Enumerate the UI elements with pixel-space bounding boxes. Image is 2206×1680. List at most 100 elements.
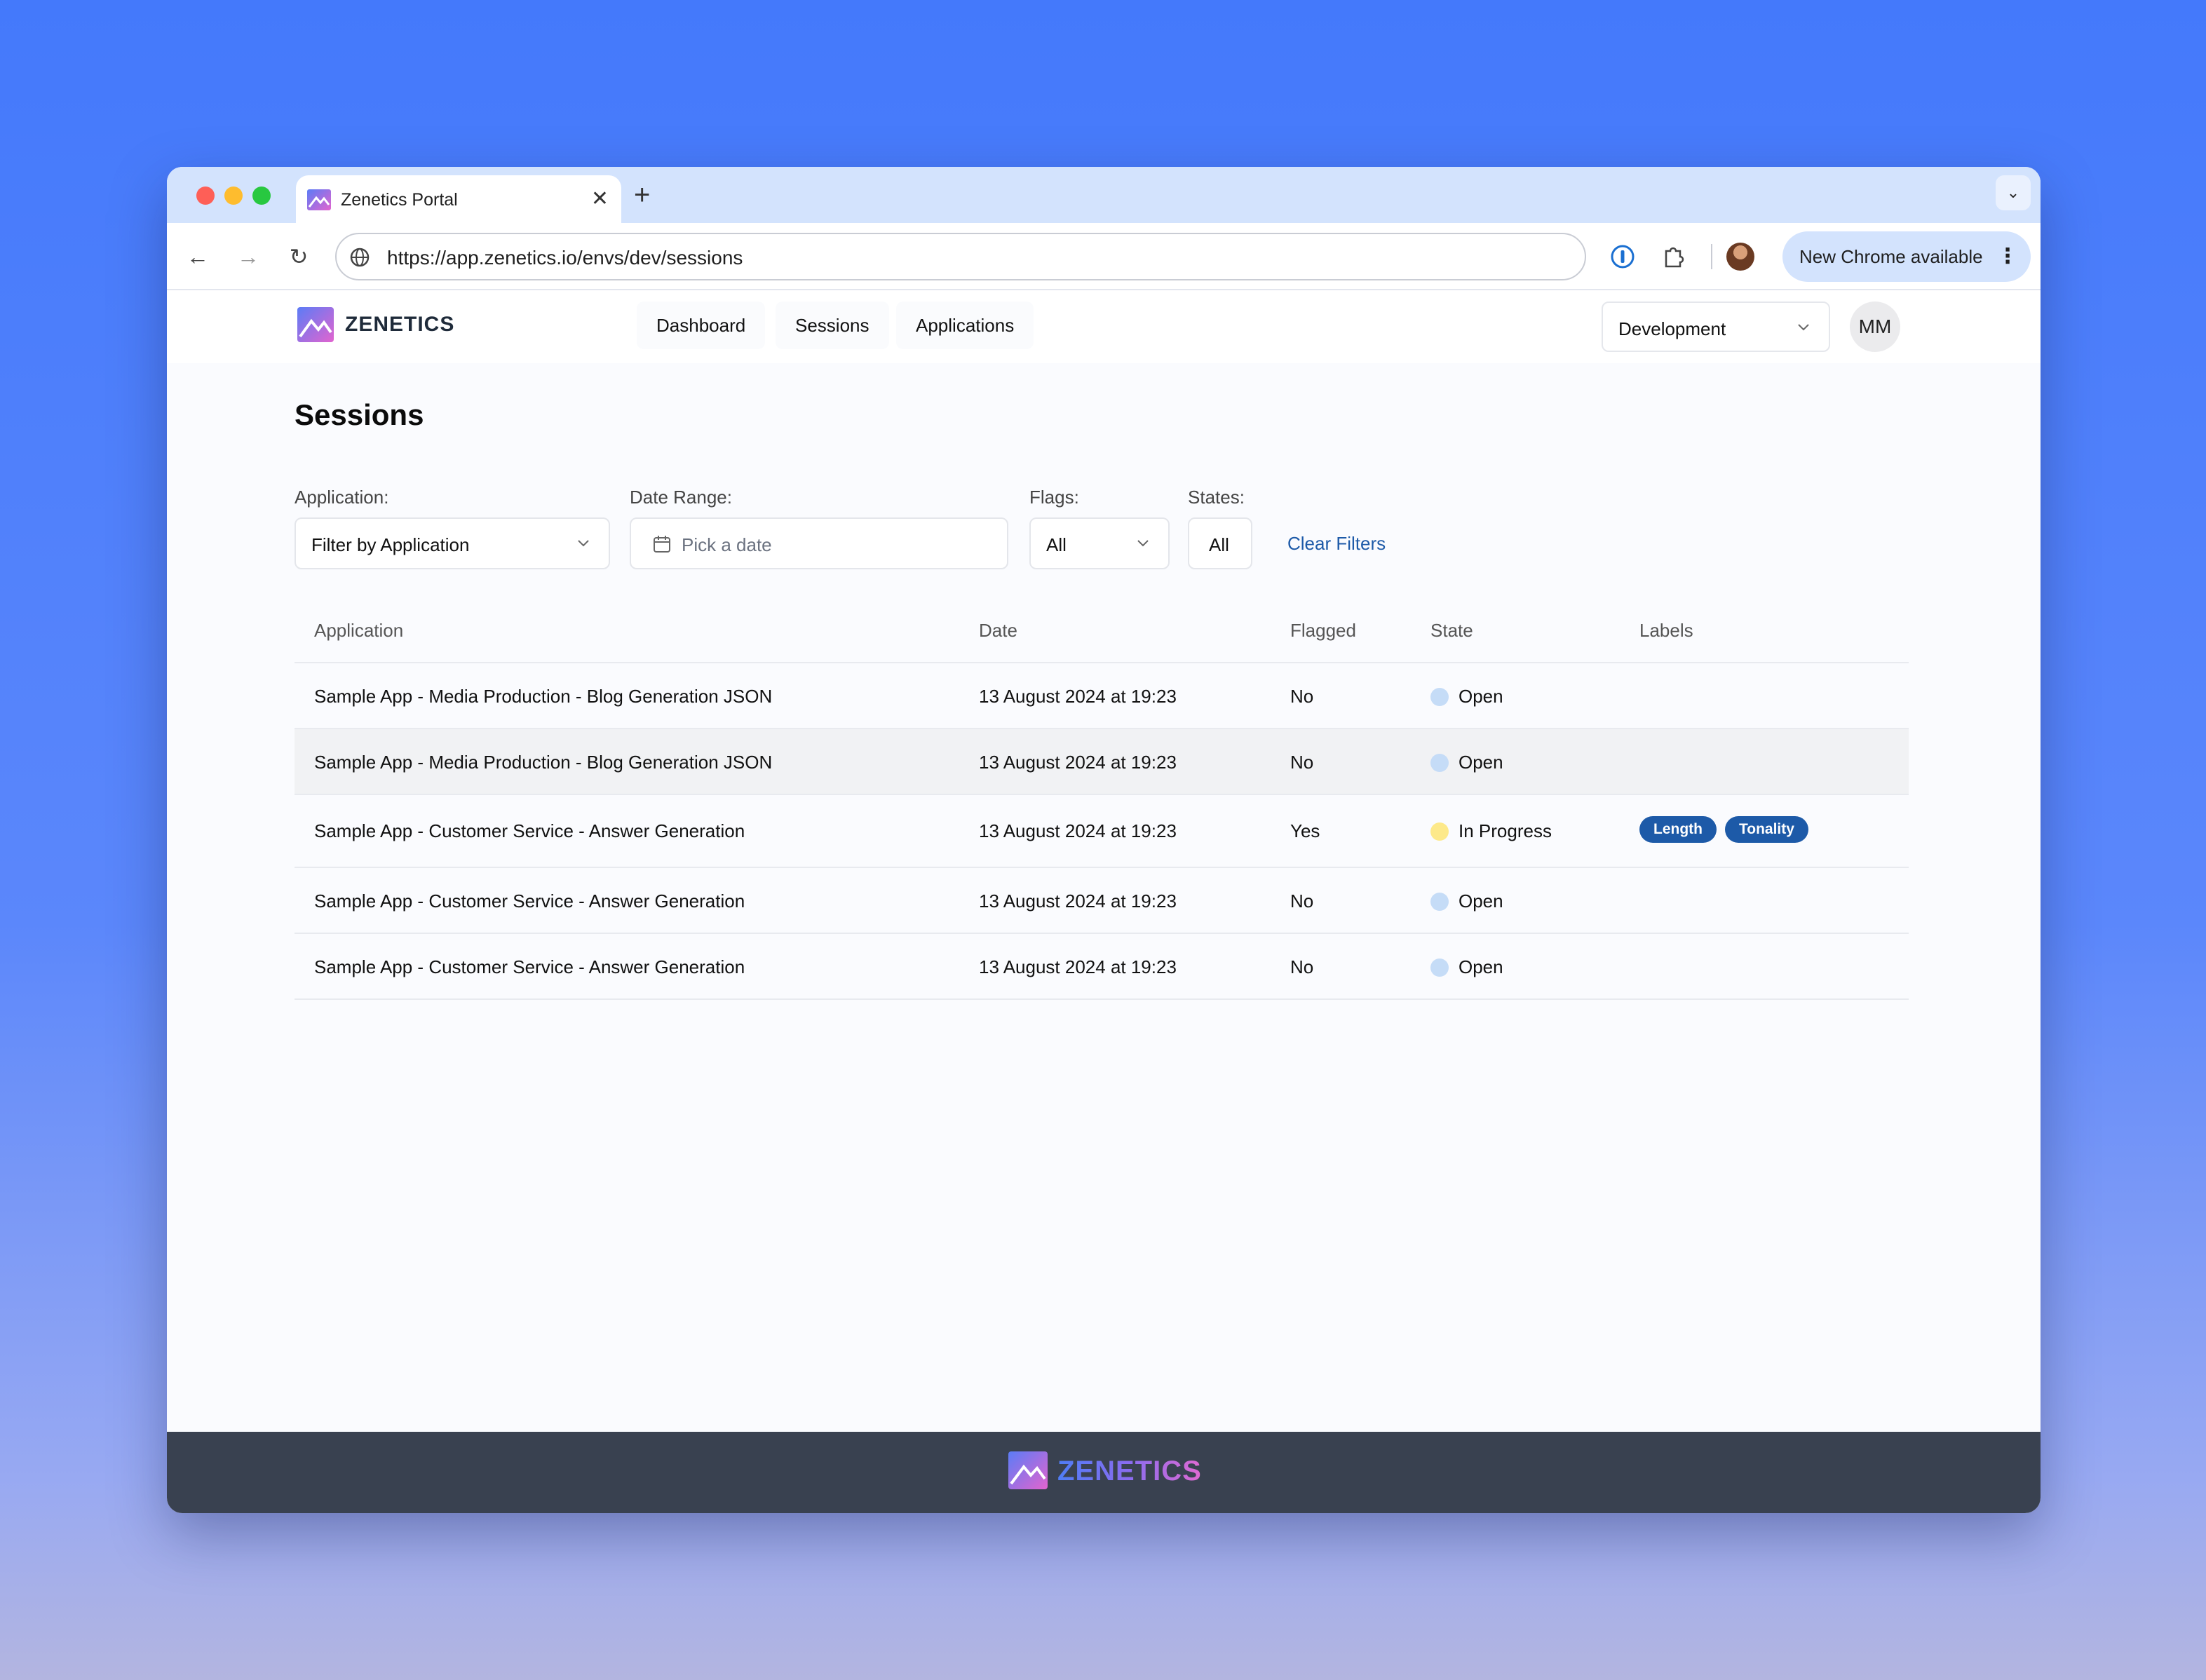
zenetics-logo-icon xyxy=(1008,1451,1048,1489)
forward-arrow-icon[interactable]: → xyxy=(231,240,265,273)
table-row[interactable]: Sample App - Media Production - Blog Gen… xyxy=(295,729,1909,795)
state-label: In Progress xyxy=(1459,820,1552,841)
application-filter-label: Application: xyxy=(295,487,389,508)
table-row[interactable]: Sample App - Customer Service - Answer G… xyxy=(295,868,1909,934)
cell-flagged: No xyxy=(1290,956,1314,977)
tab-close-icon[interactable]: ✕ xyxy=(591,185,609,213)
table-row[interactable]: Sample App - Media Production - Blog Gen… xyxy=(295,663,1909,729)
table-row[interactable]: Sample App - Customer Service - Answer G… xyxy=(295,795,1909,868)
cell-application: Sample App - Media Production - Blog Gen… xyxy=(314,686,773,707)
tab-title: Zenetics Portal xyxy=(341,190,458,210)
column-header-labels[interactable]: Labels xyxy=(1639,620,1693,642)
table-row[interactable]: Sample App - Customer Service - Answer G… xyxy=(295,934,1909,1000)
app-header: ZENETICS Dashboard Sessions Applications… xyxy=(167,290,2041,363)
column-header-state[interactable]: State xyxy=(1430,620,1473,642)
state-in-progress-dot-icon xyxy=(1430,822,1449,841)
tab-strip: Zenetics Portal ✕ + ⌄ xyxy=(167,167,2041,223)
cell-state: Open xyxy=(1430,686,1503,707)
browser-profile-avatar[interactable] xyxy=(1726,243,1754,271)
update-label: New Chrome available xyxy=(1799,246,1983,267)
page-title: Sessions xyxy=(295,398,424,431)
column-header-date[interactable]: Date xyxy=(979,620,1017,642)
footer-logo-text: ZENETICS xyxy=(1057,1456,1202,1486)
cell-flagged: Yes xyxy=(1290,820,1320,841)
chevron-down-icon xyxy=(1137,540,1149,547)
cell-date: 13 August 2024 at 19:23 xyxy=(979,752,1177,773)
browser-window: Zenetics Portal ✕ + ⌄ ← → ↻ https://app.… xyxy=(167,167,2041,1513)
minimize-window-button[interactable] xyxy=(224,187,243,205)
user-avatar[interactable]: MM xyxy=(1850,302,1900,352)
tab-search-chevron-icon[interactable]: ⌄ xyxy=(1996,175,2031,210)
states-filter-button[interactable]: All xyxy=(1188,517,1252,569)
nav-dashboard[interactable]: Dashboard xyxy=(637,302,766,349)
states-filter-label: States: xyxy=(1188,487,1245,508)
cell-application: Sample App - Customer Service - Answer G… xyxy=(314,956,745,977)
password-manager-icon[interactable] xyxy=(1609,243,1637,271)
flags-filter-select[interactable]: All xyxy=(1029,517,1170,569)
zenetics-favicon-icon xyxy=(307,189,331,210)
state-label: Open xyxy=(1459,890,1503,912)
chevron-down-icon xyxy=(1798,324,1809,331)
new-chrome-available-button[interactable]: New Chrome available ⋮ xyxy=(1782,231,2031,282)
environment-select[interactable]: Development xyxy=(1602,302,1830,352)
logo-text[interactable]: ZENETICS xyxy=(345,313,454,337)
maximize-window-button[interactable] xyxy=(252,187,271,205)
nav-applications[interactable]: Applications xyxy=(896,302,1034,349)
application-filter-value: Filter by Application xyxy=(311,534,470,555)
date-range-placeholder: Pick a date xyxy=(682,534,772,555)
site-info-icon[interactable] xyxy=(349,247,370,268)
label-badge[interactable]: Length xyxy=(1639,816,1717,843)
url-text[interactable]: https://app.zenetics.io/envs/dev/session… xyxy=(387,247,743,269)
label-badge[interactable]: Tonality xyxy=(1724,816,1808,843)
calendar-icon xyxy=(654,536,670,553)
date-range-label: Date Range: xyxy=(630,487,732,508)
zenetics-logo-icon[interactable] xyxy=(297,307,334,342)
column-header-application[interactable]: Application xyxy=(314,620,403,642)
close-window-button[interactable] xyxy=(196,187,215,205)
cell-application: Sample App - Media Production - Blog Gen… xyxy=(314,752,773,773)
flags-filter-label: Flags: xyxy=(1029,487,1079,508)
state-open-dot-icon xyxy=(1430,688,1449,706)
app-footer: ZENETICS xyxy=(167,1432,2041,1513)
cell-flagged: No xyxy=(1290,752,1314,773)
sessions-table: Application Date Flagged State Labels Sa… xyxy=(295,597,1909,1000)
flags-filter-value: All xyxy=(1046,534,1067,555)
cell-state: Open xyxy=(1430,956,1503,978)
cell-date: 13 August 2024 at 19:23 xyxy=(979,890,1177,912)
state-label: Open xyxy=(1459,686,1503,707)
cell-state: Open xyxy=(1430,752,1503,773)
new-tab-button[interactable]: + xyxy=(634,178,650,212)
more-options-icon[interactable]: ⋮ xyxy=(1997,231,2018,282)
extensions-icon[interactable] xyxy=(1659,243,1687,271)
state-open-dot-icon xyxy=(1430,893,1449,911)
browser-toolbar: ← → ↻ https://app.zenetics.io/envs/dev/s… xyxy=(167,223,2041,290)
clear-filters-link[interactable]: Clear Filters xyxy=(1287,533,1386,555)
cell-flagged: No xyxy=(1290,686,1314,707)
state-open-dot-icon xyxy=(1430,958,1449,977)
toolbar-divider xyxy=(1711,244,1712,269)
cell-flagged: No xyxy=(1290,890,1314,912)
state-open-dot-icon xyxy=(1430,754,1449,772)
table-header: Application Date Flagged State Labels xyxy=(295,597,1909,663)
application-filter-select[interactable]: Filter by Application xyxy=(295,517,610,569)
reload-icon[interactable]: ↻ xyxy=(282,240,316,273)
cell-application: Sample App - Customer Service - Answer G… xyxy=(314,890,745,912)
cell-state: Open xyxy=(1430,890,1503,912)
nav-sessions[interactable]: Sessions xyxy=(776,302,889,349)
column-header-flagged[interactable]: Flagged xyxy=(1290,620,1356,642)
cell-date: 13 August 2024 at 19:23 xyxy=(979,686,1177,707)
cell-date: 13 August 2024 at 19:23 xyxy=(979,820,1177,841)
cell-date: 13 August 2024 at 19:23 xyxy=(979,956,1177,977)
states-filter-value: All xyxy=(1209,534,1229,555)
date-range-picker[interactable]: Pick a date xyxy=(630,517,1008,569)
cell-application: Sample App - Customer Service - Answer G… xyxy=(314,820,745,841)
cell-state: In Progress xyxy=(1430,820,1552,842)
environment-value: Development xyxy=(1618,318,1726,339)
chevron-down-icon xyxy=(578,540,589,547)
state-label: Open xyxy=(1459,956,1503,977)
state-label: Open xyxy=(1459,752,1503,773)
cell-labels: Length Tonality xyxy=(1639,816,1817,843)
back-arrow-icon[interactable]: ← xyxy=(181,240,215,273)
browser-tab[interactable]: Zenetics Portal ✕ xyxy=(296,175,621,223)
address-bar[interactable]: https://app.zenetics.io/envs/dev/session… xyxy=(335,233,1586,280)
